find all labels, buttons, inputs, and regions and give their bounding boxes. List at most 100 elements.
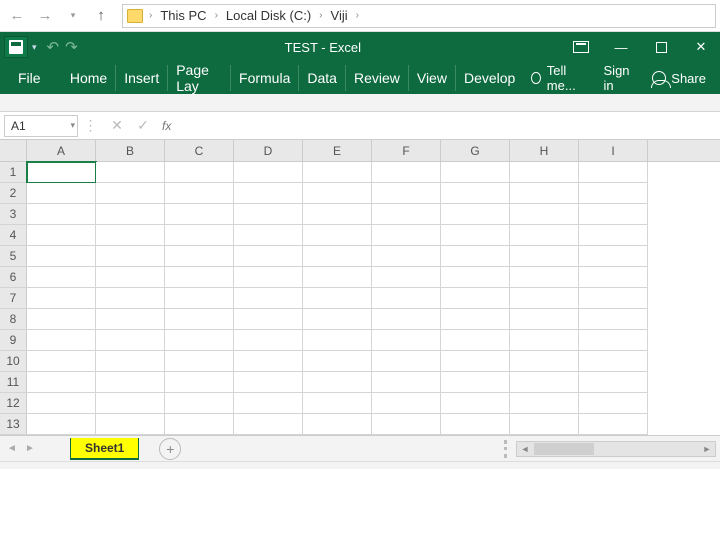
cell[interactable] — [441, 225, 510, 246]
cell[interactable] — [234, 204, 303, 225]
cell[interactable] — [510, 267, 579, 288]
cell[interactable] — [303, 204, 372, 225]
cell[interactable] — [441, 246, 510, 267]
cell[interactable] — [234, 351, 303, 372]
row-header[interactable]: 3 — [0, 204, 27, 225]
cell[interactable] — [303, 372, 372, 393]
cell[interactable] — [96, 204, 165, 225]
cell[interactable] — [27, 351, 96, 372]
column-header[interactable]: C — [165, 140, 234, 161]
cell[interactable] — [234, 393, 303, 414]
cell[interactable] — [579, 351, 648, 372]
row-header[interactable]: 1 — [0, 162, 27, 183]
sheet-tab[interactable]: Sheet1 — [70, 438, 139, 460]
cell[interactable] — [165, 246, 234, 267]
cell[interactable] — [303, 267, 372, 288]
cell[interactable] — [579, 204, 648, 225]
maximize-button[interactable] — [648, 37, 674, 57]
cell[interactable] — [234, 267, 303, 288]
row-header[interactable]: 8 — [0, 309, 27, 330]
cell[interactable] — [441, 330, 510, 351]
minimize-button[interactable]: — — [608, 37, 634, 57]
cell[interactable] — [510, 162, 579, 183]
row-header[interactable]: 4 — [0, 225, 27, 246]
cell[interactable] — [441, 267, 510, 288]
cell[interactable] — [510, 288, 579, 309]
cell[interactable] — [303, 288, 372, 309]
horizontal-scrollbar[interactable]: ◄ ► — [516, 441, 716, 457]
address-bar[interactable]: › This PC › Local Disk (C:) › Viji › — [122, 4, 716, 28]
cell[interactable] — [372, 288, 441, 309]
cell[interactable] — [165, 162, 234, 183]
cell[interactable] — [234, 372, 303, 393]
sign-in-button[interactable]: Sign in — [594, 63, 645, 93]
scroll-left-icon[interactable]: ◄ — [517, 442, 533, 456]
scroll-split-handle-icon[interactable] — [504, 440, 508, 458]
cell[interactable] — [303, 414, 372, 435]
cell[interactable] — [234, 330, 303, 351]
cell[interactable] — [234, 288, 303, 309]
column-header[interactable]: I — [579, 140, 648, 161]
row-header[interactable]: 9 — [0, 330, 27, 351]
column-header[interactable]: H — [510, 140, 579, 161]
cell[interactable] — [441, 414, 510, 435]
cell[interactable] — [96, 372, 165, 393]
name-box[interactable]: A1 ▾ — [4, 115, 78, 137]
cell[interactable] — [165, 225, 234, 246]
cell[interactable] — [234, 246, 303, 267]
cell[interactable] — [96, 351, 165, 372]
row-header[interactable]: 7 — [0, 288, 27, 309]
cell[interactable] — [96, 393, 165, 414]
cell[interactable] — [27, 309, 96, 330]
cell[interactable] — [234, 309, 303, 330]
cell[interactable] — [579, 372, 648, 393]
cell[interactable] — [27, 330, 96, 351]
nav-forward-icon[interactable]: → — [32, 3, 58, 29]
select-all-button[interactable] — [0, 140, 27, 161]
cell[interactable] — [165, 414, 234, 435]
column-header[interactable]: G — [441, 140, 510, 161]
new-sheet-button[interactable]: + — [159, 438, 181, 460]
cell[interactable] — [372, 225, 441, 246]
cell[interactable] — [165, 393, 234, 414]
breadcrumb-item[interactable]: Viji — [329, 8, 350, 23]
cell[interactable] — [27, 246, 96, 267]
cell[interactable] — [303, 393, 372, 414]
scroll-right-icon[interactable]: ► — [699, 442, 715, 456]
cell[interactable] — [27, 288, 96, 309]
cell[interactable] — [579, 162, 648, 183]
cell[interactable] — [510, 309, 579, 330]
cell[interactable] — [510, 183, 579, 204]
cell[interactable] — [165, 288, 234, 309]
file-tab[interactable]: File — [6, 62, 53, 94]
cell[interactable] — [510, 393, 579, 414]
cell[interactable] — [510, 246, 579, 267]
share-button[interactable]: Share — [644, 71, 714, 86]
ribbon-display-options-button[interactable] — [568, 37, 594, 57]
cell[interactable] — [441, 204, 510, 225]
cell[interactable] — [165, 204, 234, 225]
cell[interactable] — [441, 183, 510, 204]
row-header[interactable]: 6 — [0, 267, 27, 288]
cell[interactable] — [165, 330, 234, 351]
cell[interactable] — [372, 414, 441, 435]
cell[interactable] — [27, 372, 96, 393]
cell[interactable] — [96, 330, 165, 351]
cell[interactable] — [579, 288, 648, 309]
cell[interactable] — [165, 183, 234, 204]
cell[interactable] — [303, 309, 372, 330]
cell[interactable] — [372, 351, 441, 372]
cell[interactable] — [234, 162, 303, 183]
tab-formulas[interactable]: Formula — [231, 65, 299, 91]
cell[interactable] — [27, 267, 96, 288]
cell[interactable] — [96, 246, 165, 267]
cell[interactable] — [96, 309, 165, 330]
cell[interactable] — [372, 330, 441, 351]
sheet-nav-next-icon[interactable]: ► — [22, 440, 38, 458]
cell[interactable] — [441, 372, 510, 393]
cell[interactable] — [96, 225, 165, 246]
cell[interactable] — [165, 372, 234, 393]
cell[interactable] — [303, 225, 372, 246]
close-button[interactable]: ✕ — [688, 37, 714, 57]
cell[interactable] — [372, 309, 441, 330]
